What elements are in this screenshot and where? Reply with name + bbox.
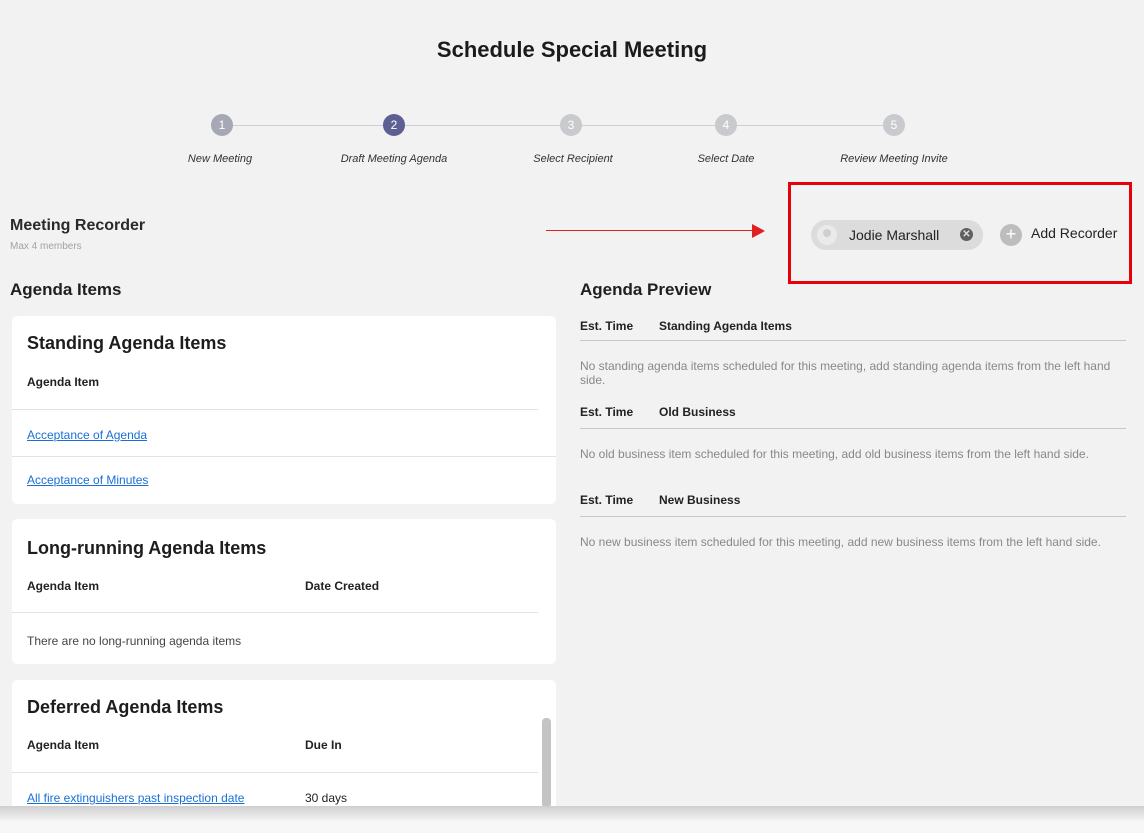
- preview-section-name: Old Business: [659, 405, 736, 419]
- step-3-label: Select Recipient: [533, 153, 613, 165]
- agenda-preview-heading: Agenda Preview: [580, 280, 712, 299]
- window-bottom-edge: [0, 806, 1144, 833]
- long-running-agenda-card: Long-running Agenda Items Agenda Item Da…: [12, 519, 556, 664]
- agenda-item-link[interactable]: All fire extinguishers past inspection d…: [27, 791, 244, 805]
- preview-empty-text: No standing agenda items scheduled for t…: [580, 359, 1111, 387]
- preview-section-header: Est. Time Standing Agenda Items: [580, 319, 1126, 333]
- column-header-agenda-item: Agenda Item: [27, 579, 100, 593]
- stepper-connector: [582, 125, 715, 126]
- scrollbar[interactable]: [542, 718, 551, 808]
- step-1-label: New Meeting: [187, 153, 253, 165]
- est-time-label: Est. Time: [580, 405, 634, 419]
- step-1-indicator[interactable]: 1: [211, 114, 233, 136]
- preview-section-name: Standing Agenda Items: [659, 319, 792, 333]
- annotation-arrow-head: [752, 224, 765, 238]
- annotation-highlight-box: [788, 182, 1132, 284]
- deferred-agenda-card: Deferred Agenda Items Agenda Item Due In…: [12, 680, 556, 820]
- step-3-indicator[interactable]: 3: [560, 114, 582, 136]
- divider: [580, 340, 1126, 341]
- stepper-connector: [233, 125, 383, 126]
- divider: [580, 516, 1126, 517]
- preview-empty-text: No old business item scheduled for this …: [580, 447, 1089, 461]
- empty-state-text: There are no long-running agenda items: [27, 634, 242, 648]
- step-2-label: Draft Meeting Agenda: [340, 153, 448, 165]
- step-4-indicator[interactable]: 4: [715, 114, 737, 136]
- step-2-indicator[interactable]: 2: [383, 114, 405, 136]
- stepper-connector: [737, 125, 883, 126]
- meeting-recorder-subtitle: Max 4 members: [10, 241, 82, 252]
- step-5-indicator[interactable]: 5: [883, 114, 905, 136]
- preview-section-header: Est. Time New Business: [580, 493, 1126, 507]
- divider: [12, 612, 538, 613]
- due-in-value: 30 days: [305, 791, 348, 805]
- divider: [580, 428, 1126, 429]
- step-4-label: Select Date: [697, 153, 755, 165]
- column-header-due-in: Due In: [305, 738, 342, 752]
- agenda-items-heading: Agenda Items: [10, 280, 122, 299]
- preview-section-name: New Business: [659, 493, 741, 507]
- deferred-agenda-title: Deferred Agenda Items: [27, 697, 224, 717]
- meeting-recorder-title: Meeting Recorder: [10, 217, 146, 234]
- est-time-label: Est. Time: [580, 493, 634, 507]
- page-title: Schedule Special Meeting: [436, 37, 708, 62]
- preview-section-header: Est. Time Old Business: [580, 405, 1126, 419]
- step-5-label: Review Meeting Invite: [840, 153, 948, 165]
- agenda-item-link[interactable]: Acceptance of Minutes: [27, 473, 148, 487]
- divider: [12, 456, 556, 457]
- est-time-label: Est. Time: [580, 319, 634, 333]
- standing-agenda-title: Standing Agenda Items: [27, 333, 227, 353]
- preview-empty-text: No new business item scheduled for this …: [580, 535, 1101, 549]
- column-header-agenda-item: Agenda Item: [27, 738, 100, 752]
- stepper-connector: [405, 125, 560, 126]
- annotation-arrow-line: [546, 230, 754, 231]
- agenda-item-link[interactable]: Acceptance of Agenda: [27, 428, 147, 442]
- standing-agenda-card: Standing Agenda Items Agenda Item Accept…: [12, 316, 556, 504]
- long-running-agenda-title: Long-running Agenda Items: [27, 538, 267, 558]
- column-header-date-created: Date Created: [305, 579, 380, 593]
- divider: [12, 772, 538, 773]
- column-header-agenda-item: Agenda Item: [27, 375, 100, 389]
- divider: [12, 409, 538, 410]
